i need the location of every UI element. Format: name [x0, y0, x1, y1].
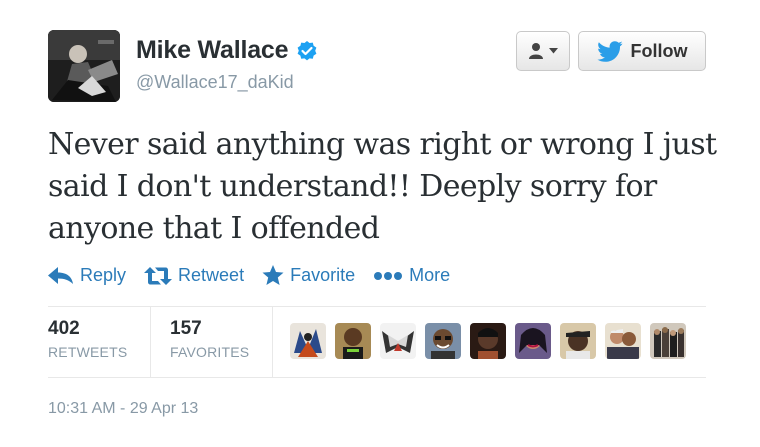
favorite-label: Favorite [290, 265, 356, 285]
tweet-text-line: Never said anything was right or wrong I… [48, 127, 717, 162]
dots-icon [374, 271, 403, 280]
verified-badge-icon [296, 40, 318, 62]
more-button[interactable]: More [373, 265, 450, 286]
divider [48, 377, 706, 378]
favorites-stat[interactable]: 157 FAVORITES [170, 318, 249, 360]
tweet-text-line: anyone that I offended [48, 211, 380, 246]
favorite-button[interactable]: Favorite [262, 265, 355, 286]
more-label: More [409, 265, 451, 285]
user-actions-dropdown[interactable] [516, 31, 570, 71]
user-handle[interactable]: @Wallace17_daKid [136, 72, 294, 93]
retweets-label: RETWEETS [48, 344, 128, 360]
follow-label: Follow [630, 40, 688, 61]
tweet-text-line: said I don't understand!! Deeply sorry f… [48, 169, 657, 204]
user-avatar[interactable] [48, 30, 120, 102]
twitter-bird-icon [596, 40, 622, 62]
favoriter-avatar[interactable] [290, 323, 326, 359]
favoriter-avatar[interactable] [605, 323, 641, 359]
caret-down-icon [549, 48, 558, 54]
reply-label: Reply [80, 265, 127, 285]
tweet-timestamp[interactable]: 10:31 AM - 29 Apr 13 [48, 400, 198, 418]
favoriter-avatar[interactable] [380, 323, 416, 359]
retweets-count: 402 [48, 318, 80, 339]
favoriter-avatar[interactable] [425, 323, 461, 359]
favoriter-avatar[interactable] [650, 323, 686, 359]
stat-separator [272, 307, 273, 377]
retweet-label: Retweet [178, 265, 245, 285]
follow-button[interactable]: Follow [578, 31, 706, 71]
favoriter-avatar[interactable] [470, 323, 506, 359]
divider [48, 306, 706, 307]
retweet-button[interactable]: Retweet [144, 265, 244, 286]
display-name[interactable]: Mike Wallace [136, 36, 289, 65]
tweet-actions: Reply Retweet Favorite More [48, 265, 468, 286]
reply-button[interactable]: Reply [48, 265, 126, 286]
retweet-icon [144, 266, 173, 285]
tweet-card: Mike Wallace @Wallace17_daKid Follow Nev… [0, 0, 760, 447]
favoriters-avatars [290, 323, 686, 359]
tweet-text: Never said anything was right or wrong I… [48, 124, 728, 250]
reply-arrow-icon [48, 266, 73, 284]
favorites-label: FAVORITES [170, 344, 250, 360]
favorites-count: 157 [170, 318, 202, 339]
person-icon [529, 43, 543, 59]
name-row: Mike Wallace [136, 36, 318, 65]
avatar-image [48, 30, 120, 102]
favoriter-avatar[interactable] [560, 323, 596, 359]
favoriter-avatar[interactable] [335, 323, 371, 359]
stat-separator [150, 307, 151, 377]
star-icon [262, 265, 284, 285]
favoriter-avatar[interactable] [515, 323, 551, 359]
retweets-stat[interactable]: 402 RETWEETS [48, 318, 127, 360]
